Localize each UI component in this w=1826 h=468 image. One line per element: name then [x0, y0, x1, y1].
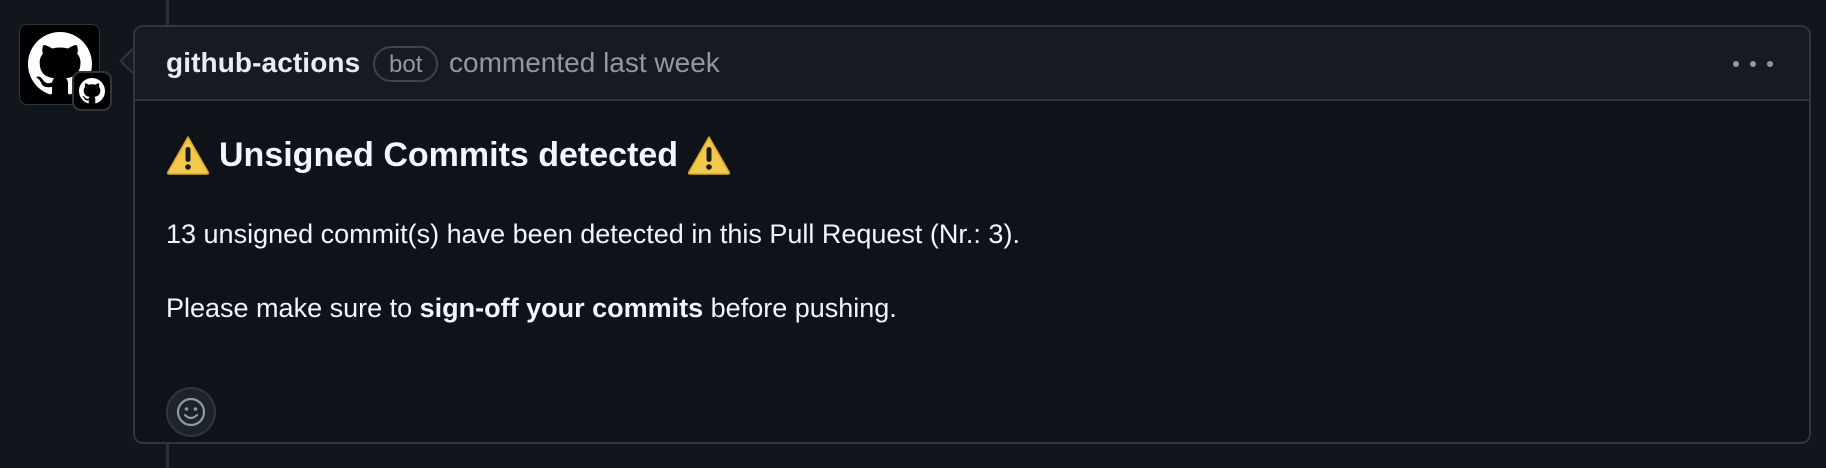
- warning-icon: [688, 136, 731, 175]
- comment-options-button[interactable]: [1733, 51, 1773, 77]
- smiley-icon: [176, 397, 206, 427]
- github-mark-badge-icon: [79, 78, 105, 104]
- comment-header: github-actions bot commented last week: [135, 27, 1809, 101]
- kebab-dot-icon: [1733, 61, 1739, 67]
- comment-box: github-actions bot commented last week U…: [133, 25, 1811, 444]
- bot-badge: bot: [373, 46, 439, 82]
- add-reaction-button[interactable]: [166, 387, 216, 437]
- comment-paragraph-2: Please make sure to sign-off your commit…: [166, 293, 897, 324]
- comment-timestamp[interactable]: commented last week: [449, 47, 720, 79]
- paragraph-2-suffix: before pushing.: [703, 293, 897, 323]
- comment-author[interactable]: github-actions: [166, 47, 360, 79]
- kebab-dot-icon: [1750, 61, 1756, 67]
- heading-text: Unsigned Commits detected: [219, 135, 679, 174]
- comment-heading: Unsigned Commits detected: [166, 135, 731, 175]
- avatar-badge: [72, 71, 112, 111]
- comment-paragraph-1: 13 unsigned commit(s) have been detected…: [166, 219, 1020, 249]
- warning-icon: [166, 136, 210, 175]
- paragraph-2-bold: sign-off your commits: [419, 293, 704, 323]
- kebab-dot-icon: [1767, 61, 1773, 67]
- paragraph-2-prefix: Please make sure to: [166, 293, 420, 323]
